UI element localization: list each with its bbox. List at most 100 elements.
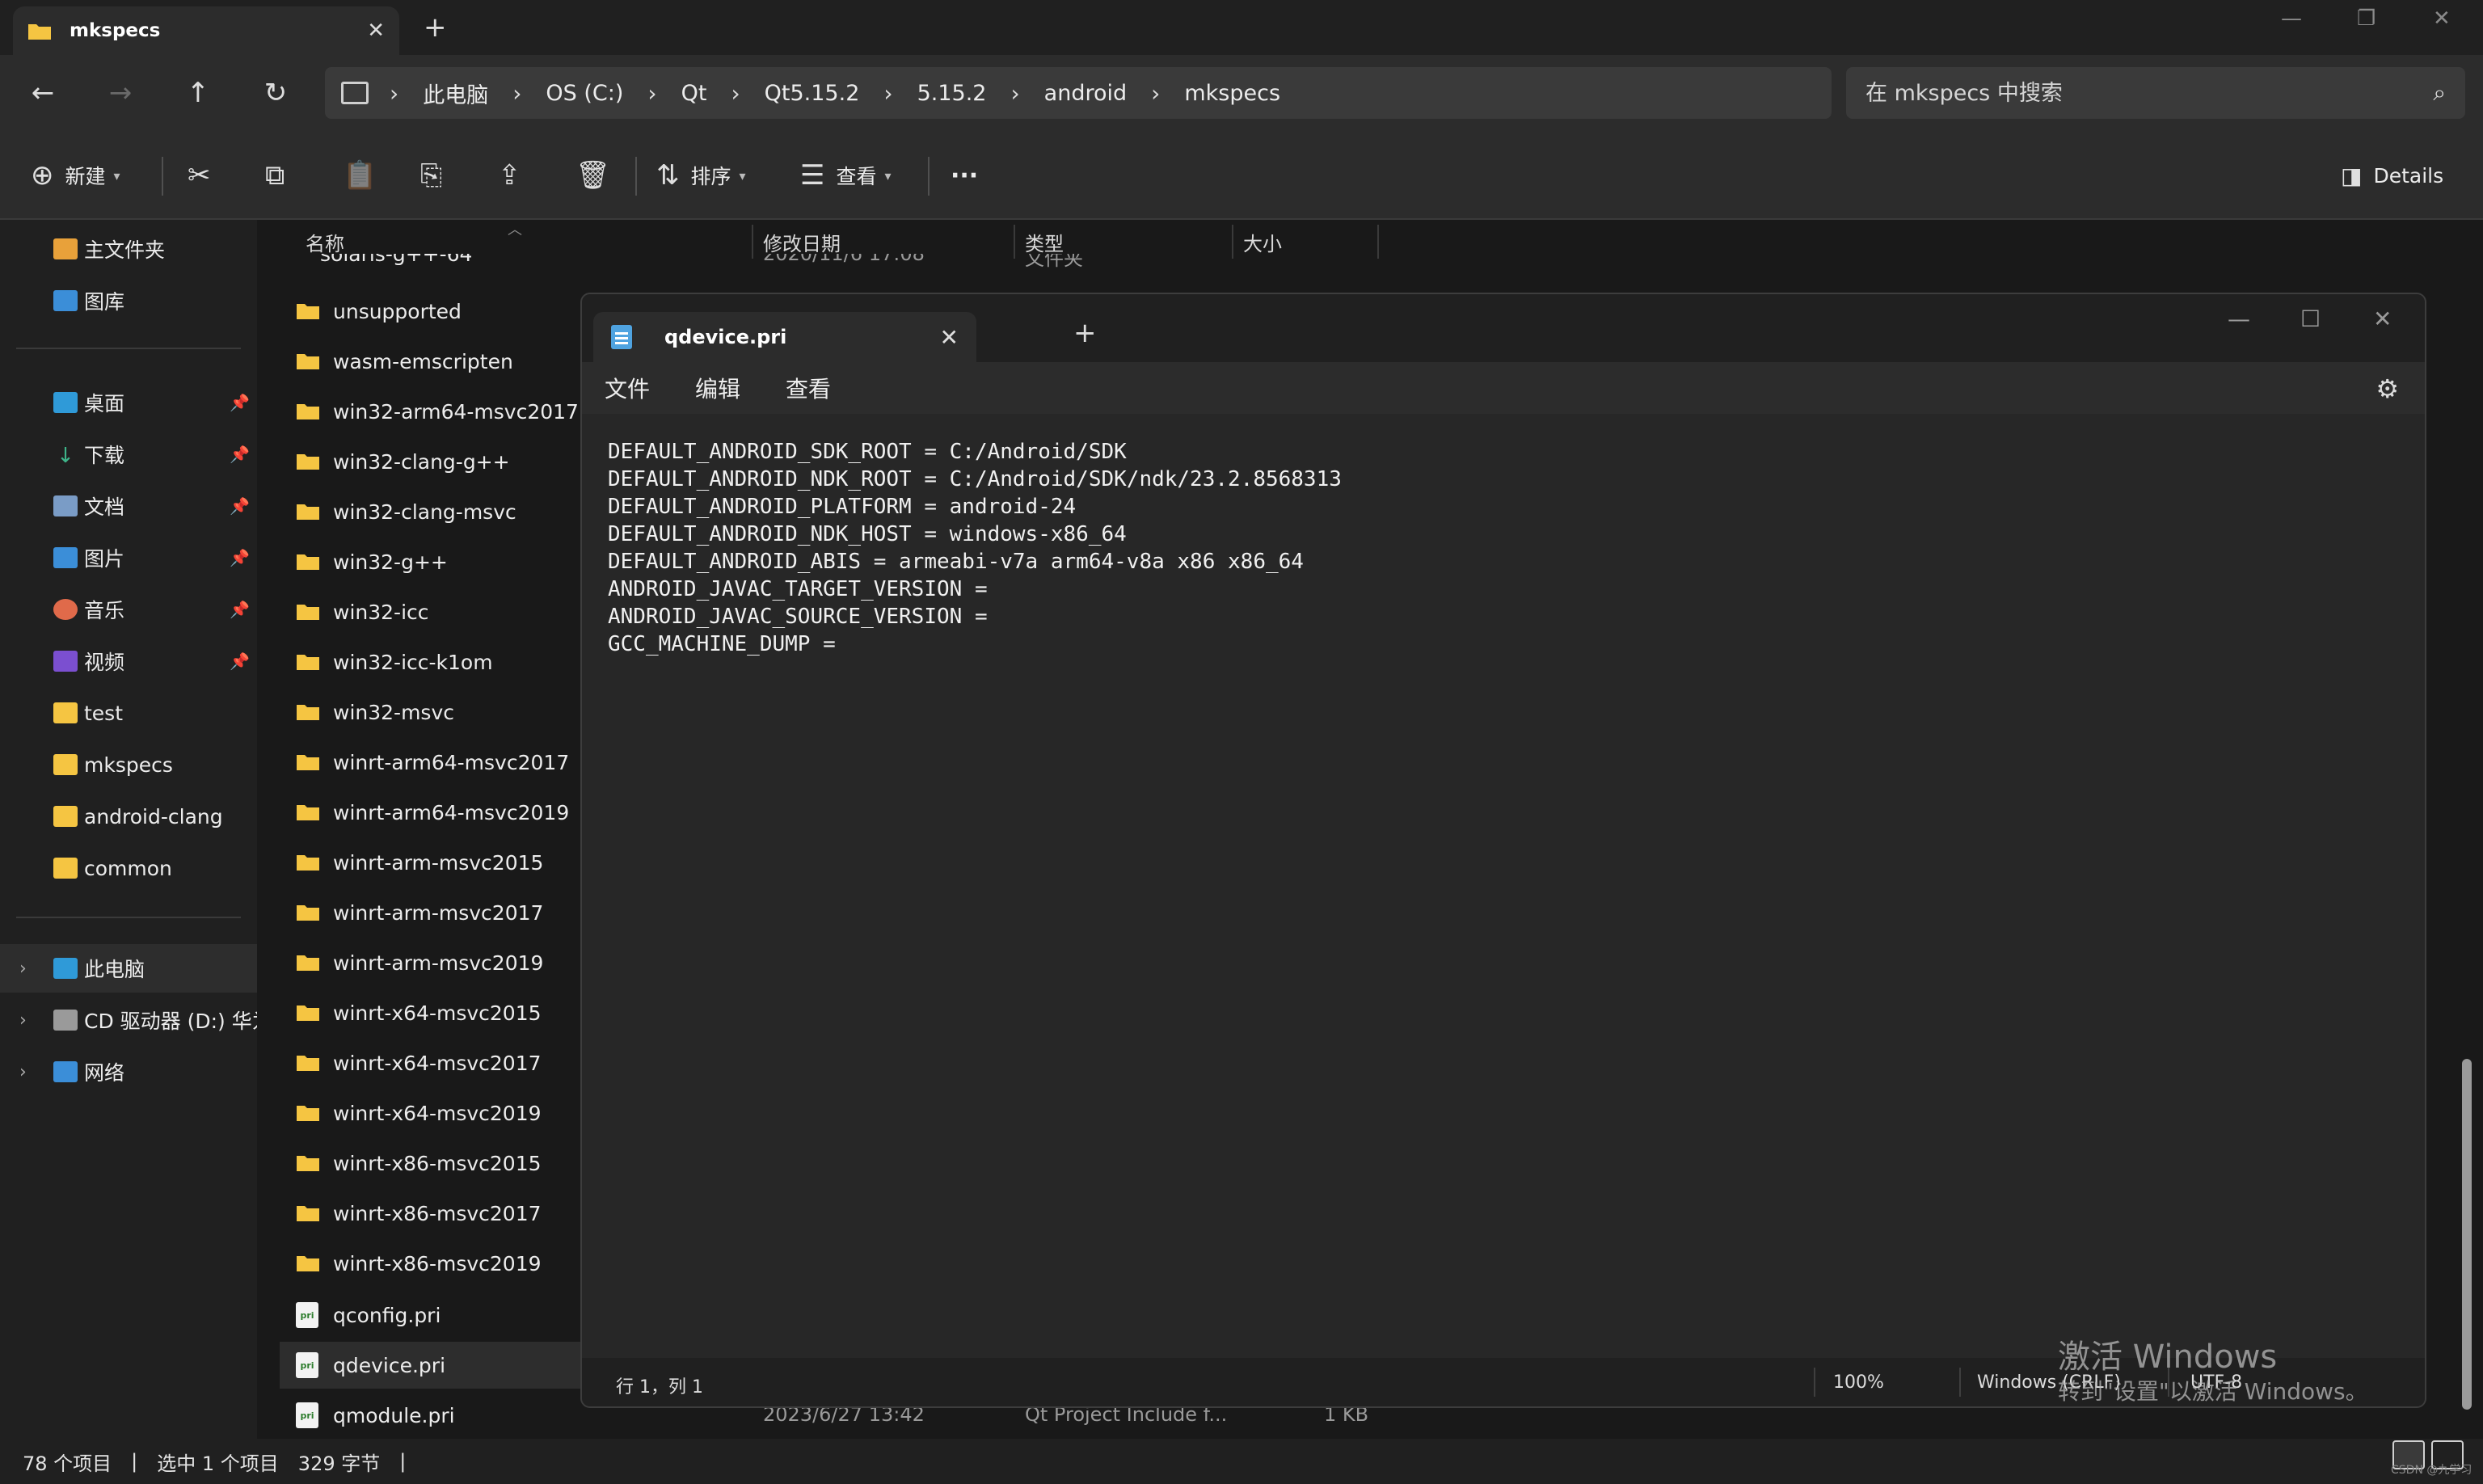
sort-icon: ⇅ — [656, 159, 680, 192]
settings-gear-icon[interactable]: ⚙ — [2376, 373, 2399, 404]
sidebar-item-common[interactable]: common — [0, 844, 257, 892]
column-header-size[interactable]: 大小 — [1243, 228, 1282, 256]
up-button[interactable]: ↑ — [179, 74, 217, 112]
text-editor[interactable]: DEFAULT_ANDROID_SDK_ROOT = C:/Android/SD… — [582, 414, 2425, 1360]
sidebar-item-mkspecs[interactable]: mkspecs — [0, 740, 257, 789]
code-line: DEFAULT_ANDROID_SDK_ROOT = C:/Android/SD… — [608, 440, 1127, 464]
file-name: winrt-arm64-msvc2017 — [333, 750, 570, 774]
pin-icon[interactable]: 📌 — [230, 651, 250, 671]
search-input[interactable] — [1865, 80, 2434, 106]
close-window-button[interactable]: ✕ — [2433, 6, 2451, 31]
breadcrumb-item[interactable]: Qt5.15.2 — [765, 81, 860, 106]
new-tab-button[interactable]: + — [1073, 317, 1097, 349]
sidebar-item-label: 此电脑 — [84, 958, 145, 981]
cut-button[interactable]: ✂ — [188, 155, 222, 196]
chevron-right-icon[interactable]: › — [19, 1010, 27, 1031]
explorer-tab[interactable]: mkspecs ✕ — [13, 6, 399, 55]
breadcrumb-item[interactable]: 此电脑 — [423, 78, 488, 109]
chevron-right-icon[interactable]: › — [19, 1062, 27, 1082]
pin-icon[interactable]: 📌 — [230, 548, 250, 567]
pin-icon[interactable]: 📌 — [230, 445, 250, 464]
sidebar-item-documents[interactable]: 文档 📌 — [0, 482, 257, 530]
file-name: winrt-x86-msvc2015 — [333, 1151, 542, 1175]
view-button[interactable]: ☰ 查看 ▾ — [800, 155, 892, 196]
details-label: Details — [2373, 163, 2444, 188]
sort-button[interactable]: ⇅ 排序 ▾ — [656, 155, 746, 196]
pin-icon[interactable]: 📌 — [230, 600, 250, 619]
folder-icon — [297, 855, 319, 871]
sidebar-item-pictures[interactable]: 图片 📌 — [0, 533, 257, 582]
close-window-button[interactable]: ✕ — [2373, 306, 2392, 332]
pri-file-icon: pri — [296, 1352, 318, 1378]
breadcrumb-item[interactable]: android — [1044, 81, 1127, 106]
pin-icon[interactable]: 📌 — [230, 496, 250, 516]
column-header-type[interactable]: 类型 — [1025, 228, 1064, 256]
sidebar-item-test[interactable]: test — [0, 689, 257, 737]
delete-button[interactable]: 🗑 — [575, 155, 622, 196]
menu-edit[interactable]: 编辑 — [695, 372, 740, 404]
sidebar-item-videos[interactable]: 视频 📌 — [0, 637, 257, 685]
sidebar-item-this-pc[interactable]: › 此电脑 — [0, 944, 257, 993]
column-header-name[interactable]: 名称 — [306, 228, 344, 256]
forward-button[interactable]: → — [102, 74, 139, 112]
sidebar-item-gallery[interactable]: 图库 — [0, 276, 257, 325]
sidebar-item-label: 桌面 — [84, 392, 125, 415]
divider — [1959, 1368, 1961, 1397]
zoom-level[interactable]: 100% — [1833, 1372, 1884, 1393]
refresh-button[interactable]: ↻ — [257, 74, 294, 112]
code-line: ANDROID_JAVAC_TARGET_VERSION = — [608, 577, 988, 601]
new-label: 新建 — [65, 165, 106, 188]
sidebar-item-network[interactable]: › 网络 — [0, 1048, 257, 1096]
chevron-right-icon[interactable]: › — [19, 959, 27, 979]
search-box[interactable]: ⌕ — [1846, 67, 2465, 119]
new-button[interactable]: ⊕ 新建 ▾ — [31, 155, 120, 196]
notepad-tab[interactable]: qdevice.pri ✕ — [593, 312, 976, 362]
pin-icon[interactable]: 📌 — [230, 393, 250, 412]
menu-view[interactable]: 查看 — [786, 372, 831, 404]
breadcrumb-item[interactable]: Qt — [681, 81, 707, 106]
file-name: winrt-x64-msvc2015 — [333, 1001, 542, 1025]
folder-icon — [297, 354, 319, 369]
rename-button[interactable]: ⎘ — [420, 155, 453, 196]
sidebar-item-downloads[interactable]: ↓ 下载 📌 — [0, 430, 257, 479]
chevron-down-icon: ▾ — [739, 167, 746, 183]
sidebar-item-music[interactable]: 音乐 📌 — [0, 585, 257, 634]
file-name: wasm-emscripten — [333, 349, 513, 373]
minimize-button[interactable]: — — [2281, 6, 2302, 31]
details-button[interactable]: ◨ Details — [2341, 155, 2443, 196]
copy-button[interactable]: ⧉ — [265, 155, 296, 196]
sidebar-item-home[interactable]: 主文件夹 — [0, 225, 257, 273]
sidebar-item-cd-drive[interactable]: › CD 驱动器 (D:) 华为 — [0, 996, 257, 1044]
explorer-tab-title: mkspecs — [70, 20, 161, 41]
code-line: ANDROID_JAVAC_SOURCE_VERSION = — [608, 605, 988, 629]
navigation-pane: 主文件夹 图库 桌面 📌 ↓ 下载 📌 文档 📌 图片 📌 音乐 📌 视频 📌 … — [0, 220, 257, 1439]
file-name: win32-icc — [333, 600, 429, 624]
breadcrumb[interactable]: › 此电脑 › OS (C:) › Qt › Qt5.15.2 › 5.15.2… — [325, 67, 1832, 119]
close-icon[interactable]: ✕ — [367, 19, 385, 43]
breadcrumb-item[interactable]: OS (C:) — [546, 81, 623, 106]
close-icon[interactable]: ✕ — [940, 324, 959, 351]
vertical-scrollbar[interactable] — [2462, 1059, 2472, 1410]
file-name: winrt-arm-msvc2017 — [333, 900, 544, 925]
sidebar-item-android-clang[interactable]: android-clang — [0, 792, 257, 841]
share-button[interactable]: ⇪ — [498, 155, 533, 196]
folder-icon — [297, 304, 319, 319]
restore-button[interactable]: ❐ — [2357, 6, 2376, 31]
divider — [16, 348, 241, 349]
menu-file[interactable]: 文件 — [605, 372, 650, 404]
file-name: solaris-g++-64 — [320, 254, 473, 266]
breadcrumb-item[interactable]: mkspecs — [1184, 81, 1280, 106]
file-name: winrt-x64-msvc2017 — [333, 1051, 542, 1075]
chevron-right-icon: › — [390, 79, 399, 107]
minimize-button[interactable]: — — [2228, 306, 2250, 332]
back-button[interactable]: ← — [24, 74, 61, 112]
new-tab-button[interactable]: + — [424, 11, 447, 44]
more-button[interactable]: ··· — [951, 155, 978, 196]
folder-icon — [297, 1206, 319, 1221]
folder-icon — [53, 754, 78, 775]
maximize-button[interactable]: ☐ — [2300, 306, 2321, 332]
sidebar-item-desktop[interactable]: 桌面 📌 — [0, 378, 257, 427]
paste-button[interactable]: 📋 — [343, 155, 388, 196]
breadcrumb-item[interactable]: 5.15.2 — [917, 81, 987, 106]
column-header-modified[interactable]: 修改日期 — [763, 228, 841, 256]
